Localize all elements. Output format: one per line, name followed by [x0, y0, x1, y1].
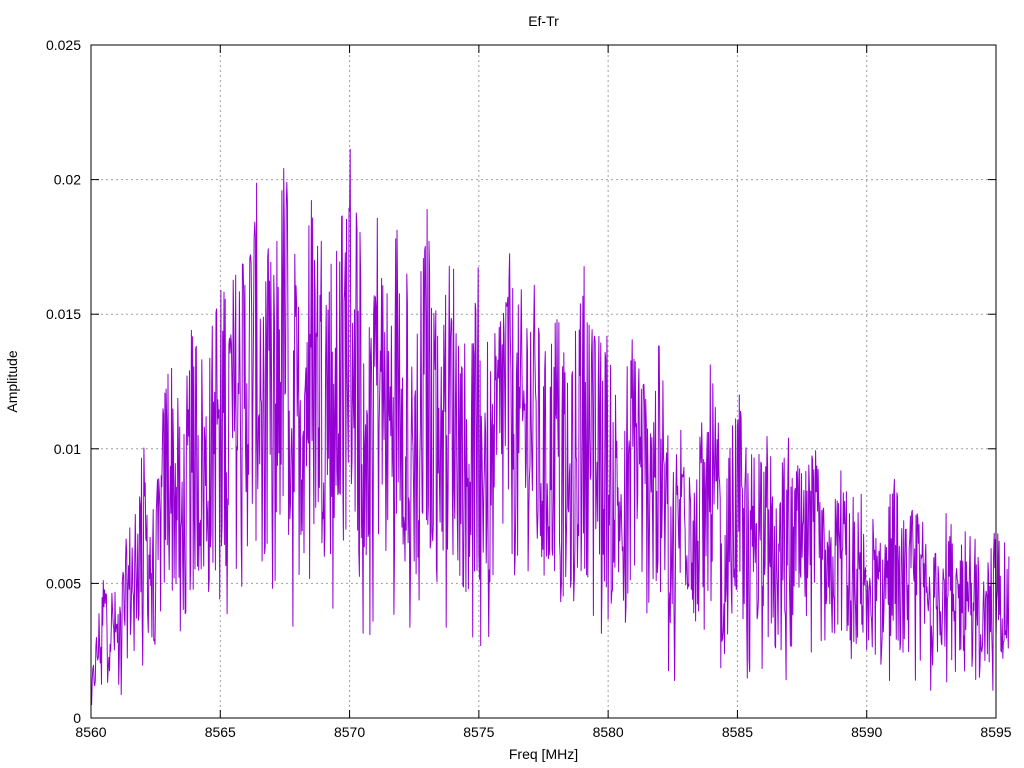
y-tick-label: 0.02 — [54, 172, 81, 188]
x-tick-label: 8560 — [75, 724, 106, 740]
series-line — [90, 148, 1010, 705]
x-tick-label: 8565 — [205, 724, 236, 740]
x-tick-label: 8570 — [334, 724, 365, 740]
y-tick-label: 0.01 — [54, 441, 81, 457]
grid — [91, 45, 996, 718]
y-tick-label: 0.015 — [46, 306, 81, 322]
x-tick-label: 8580 — [593, 724, 624, 740]
x-tick-label: 8575 — [463, 724, 494, 740]
x-tick-label: 8585 — [722, 724, 753, 740]
x-tick-label: 8590 — [851, 724, 882, 740]
chart-title: Ef-Tr — [528, 13, 559, 29]
x-axis-title: Freq [MHz] — [509, 746, 578, 762]
x-tick-label: 8595 — [980, 724, 1011, 740]
y-axis-title: Amplitude — [4, 350, 20, 412]
chart: 8560 8565 8570 8575 8580 8585 8590 8595 0 0.005 0.… — [4, 13, 1012, 762]
plot-frame — [90, 44, 997, 719]
y-tick-label: 0.025 — [46, 37, 81, 53]
y-tick-label: 0.005 — [46, 575, 81, 591]
y-tick-label: 0 — [73, 710, 81, 726]
data-layer — [90, 148, 1010, 705]
